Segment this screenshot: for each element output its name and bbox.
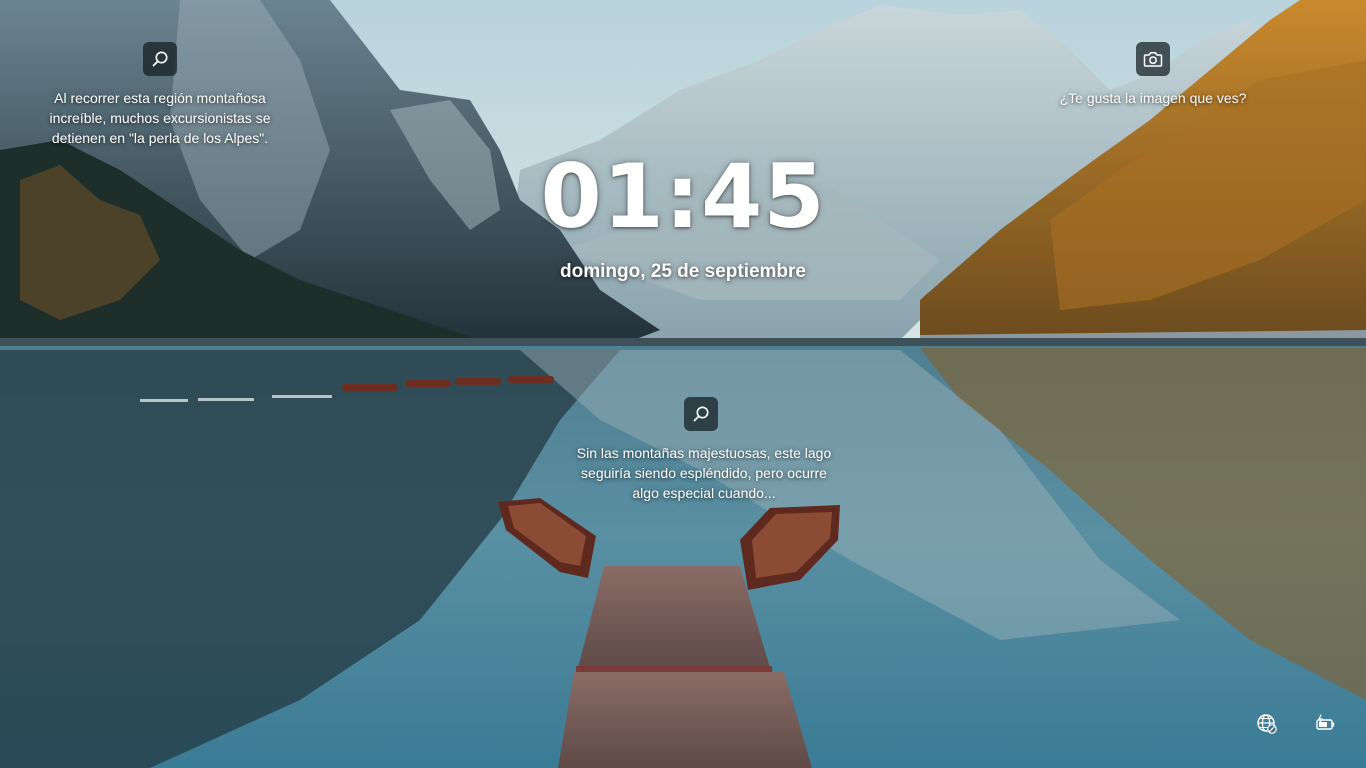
battery-charging-icon — [1314, 713, 1336, 740]
search-icon — [151, 50, 169, 68]
lock-screen: Al recorrer esta región montañosa increí… — [0, 0, 1366, 768]
spotlight-hotspot-center-text: Sin las montañas majestuosas, este lago … — [576, 445, 832, 501]
lockscreen-clock: 01:45 — [540, 145, 826, 248]
search-icon — [692, 405, 710, 423]
lockscreen-date: domingo, 25 de septiembre — [560, 261, 806, 282]
like-image-button[interactable] — [1136, 42, 1170, 76]
battery-status-button[interactable] — [1313, 713, 1337, 740]
network-status-button[interactable] — [1255, 713, 1279, 740]
spotlight-hotspot-left-button[interactable] — [143, 42, 177, 76]
spotlight-hotspot-left-text: Al recorrer esta región montañosa increí… — [49, 90, 271, 146]
camera-icon — [1143, 50, 1163, 68]
like-image-text[interactable]: ¿Te gusta la imagen que ves? — [1040, 88, 1266, 108]
globe-network-icon — [1256, 713, 1278, 740]
spotlight-hotspot-center-button[interactable] — [684, 397, 718, 431]
